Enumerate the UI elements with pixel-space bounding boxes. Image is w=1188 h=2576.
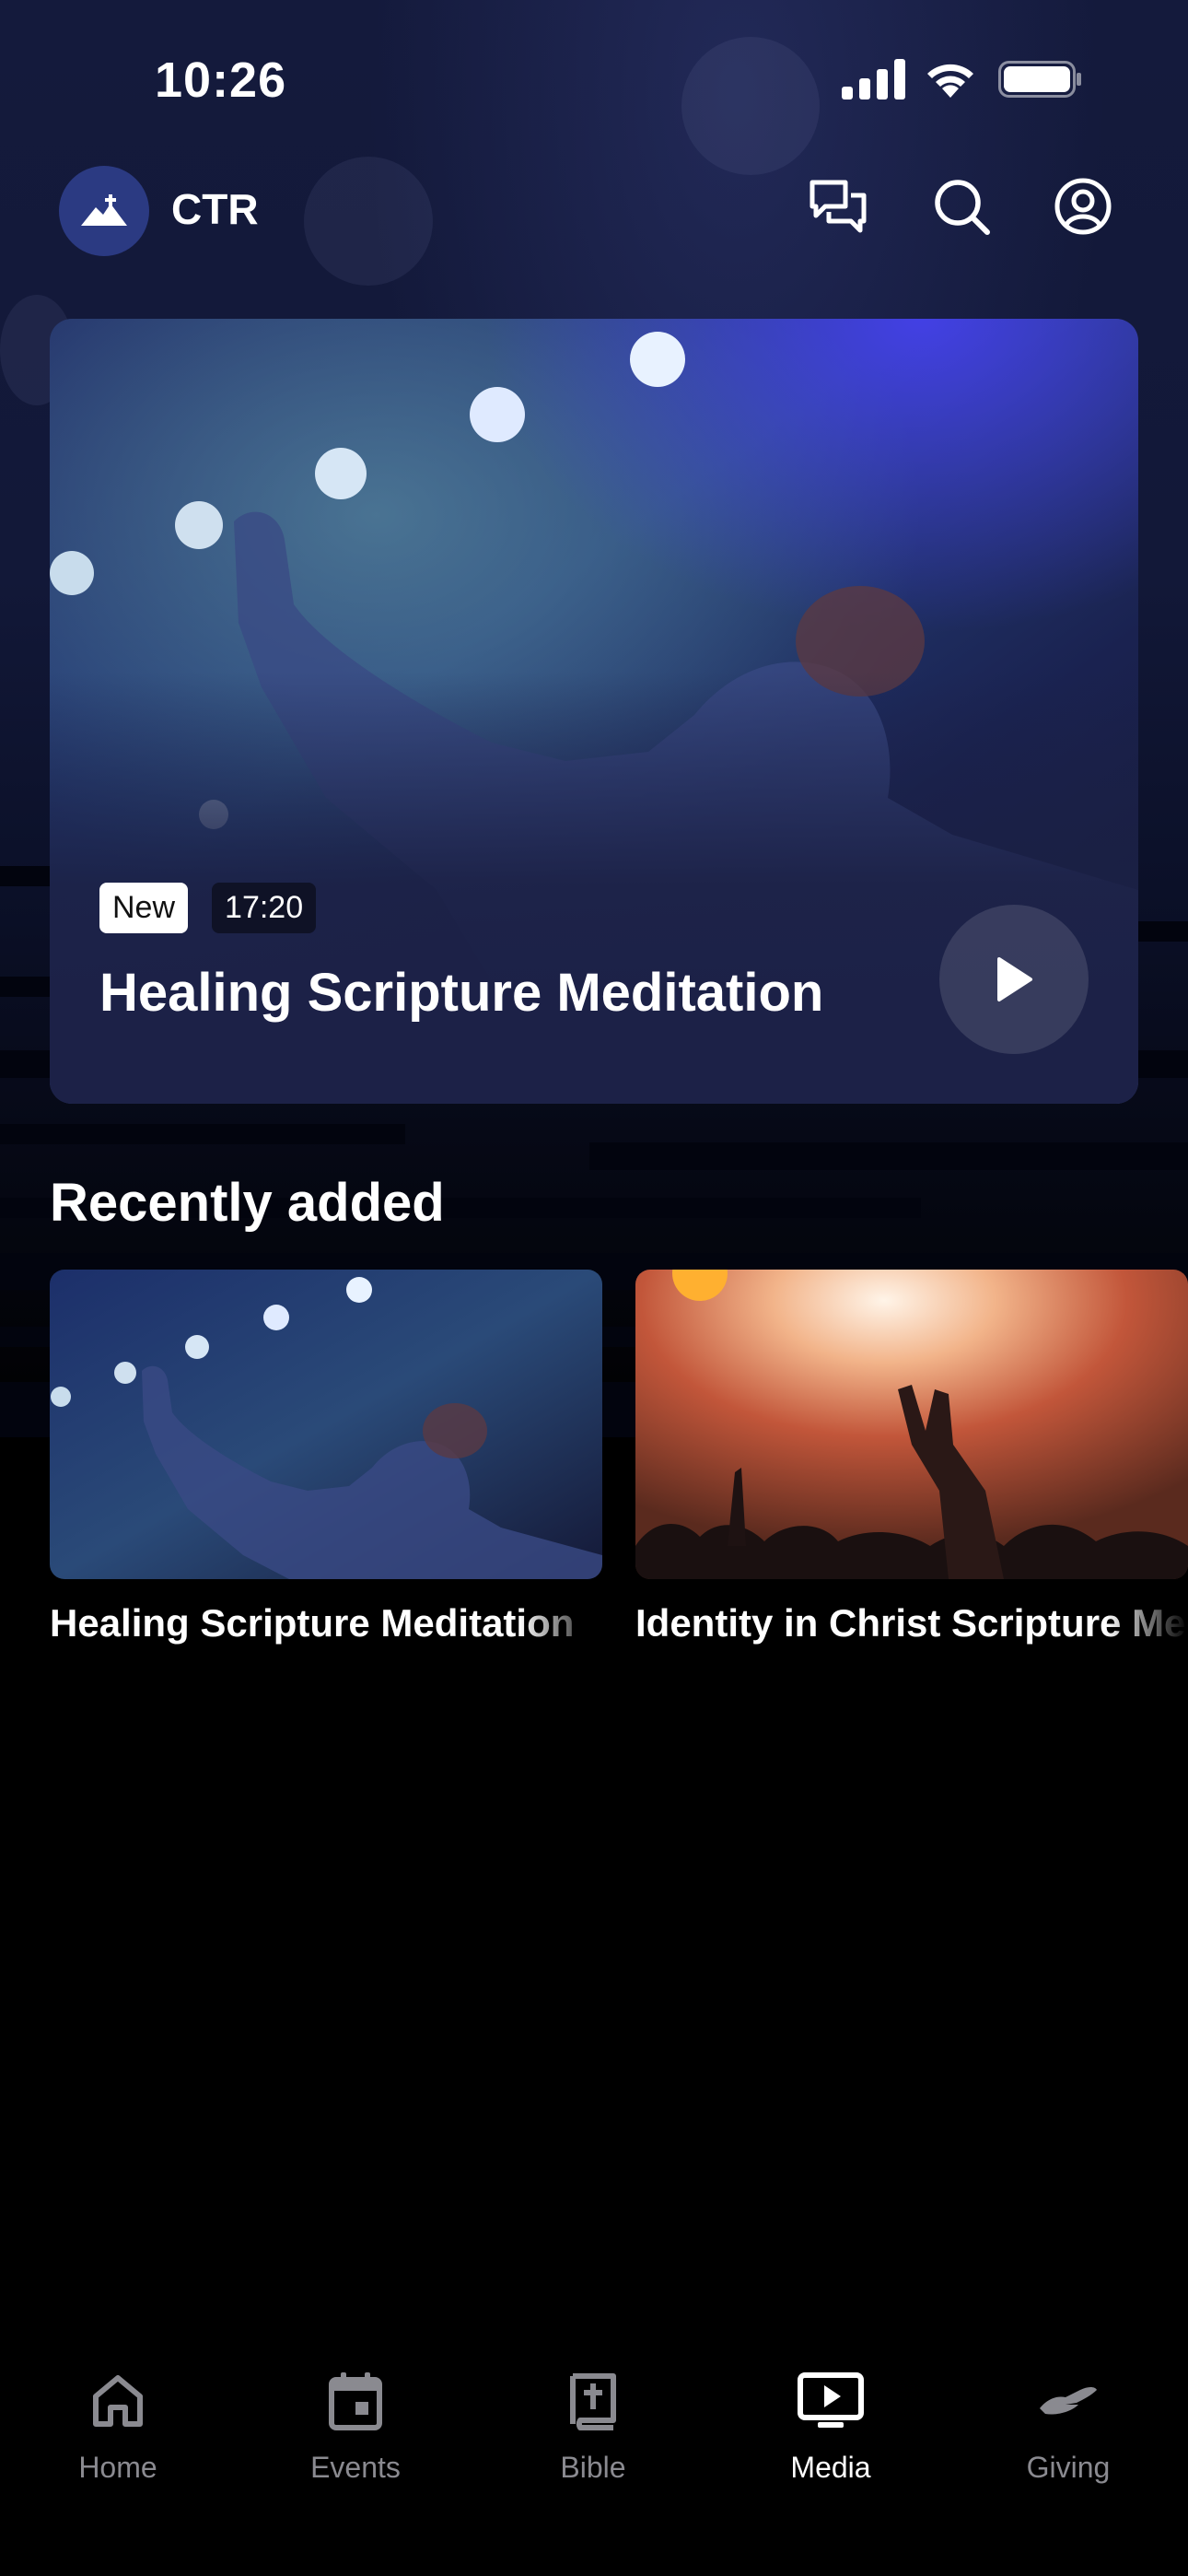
brand-name: CTR [171,185,259,233]
featured-title: Healing Scripture Meditation [99,963,824,1023]
media-card[interactable]: Identity in Christ Scripture Meditation [635,1270,1188,1645]
calendar-icon [329,2372,382,2430]
tab-label: Home [78,2451,157,2484]
media-thumbnail [635,1270,1188,1579]
media-card-title: Healing Scripture Meditation [50,1601,575,1645]
search-button[interactable] [928,173,995,240]
status-bar: 10:26 [0,0,1188,157]
profile-button[interactable] [1050,173,1116,240]
mountain-cross-icon [81,194,127,226]
tab-label: Media [790,2451,871,2484]
search-icon [935,180,990,235]
tab-home[interactable]: Home [26,2368,210,2485]
status-time: 10:26 [155,53,287,108]
home-icon [93,2375,143,2427]
giving-icon [1040,2387,1097,2415]
bottom-tab-bar: Home Events Bible Media Giving [0,2340,1188,2576]
worship-crowd-image [635,1270,1188,1579]
tab-label: Bible [560,2451,626,2484]
featured-media-card[interactable]: New 17:20 Healing Scripture Meditation [50,319,1138,1104]
tab-media[interactable]: Media [739,2368,923,2485]
tab-label: Giving [1026,2451,1111,2484]
concert-image [50,1270,602,1579]
media-icon [798,2372,864,2428]
church-logo[interactable] [59,166,149,256]
play-button[interactable] [939,905,1089,1054]
media-card[interactable]: Healing Scripture Meditation [50,1270,602,1645]
chat-button[interactable] [805,173,871,240]
play-icon [997,957,1032,1001]
battery-icon [998,61,1081,98]
tab-events[interactable]: Events [263,2368,448,2485]
media-card-title: Identity in Christ Scripture Meditation [635,1601,1188,1645]
app-header: CTR [0,157,1188,267]
tab-label: Events [310,2451,401,2484]
new-badge: New [99,883,189,933]
user-circle-icon [1054,178,1112,235]
bible-icon [570,2373,616,2430]
tab-giving[interactable]: Giving [976,2368,1160,2485]
duration-badge: 17:20 [212,883,317,933]
recently-added-carousel[interactable]: Healing Scripture Meditation Identity in… [50,1270,1188,1657]
wifi-icon [927,64,973,98]
recently-added-heading: Recently added [50,1173,445,1233]
tab-bible[interactable]: Bible [501,2368,685,2485]
media-thumbnail [50,1270,602,1579]
chat-icon [809,180,867,233]
cellular-signal-icon [842,59,905,100]
featured-badges: New 17:20 [99,883,317,933]
